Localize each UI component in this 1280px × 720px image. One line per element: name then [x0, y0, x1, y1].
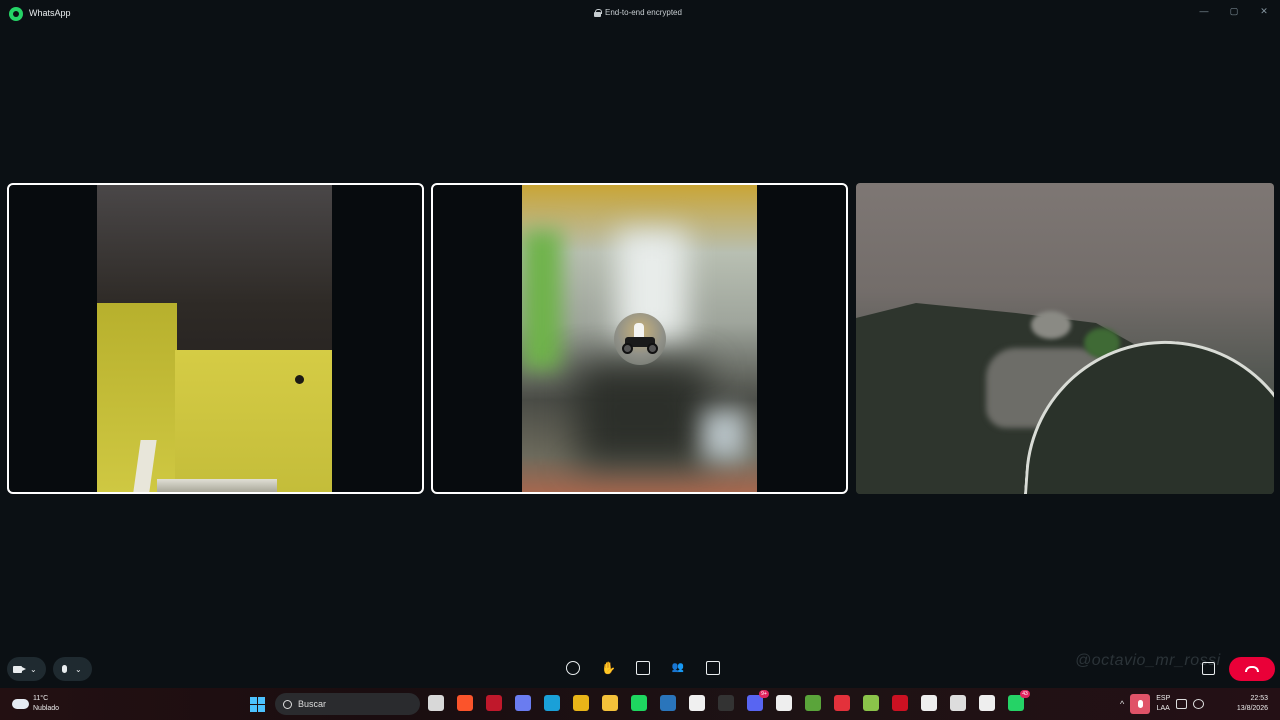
camera-toggle-button[interactable]: ⌄ [7, 657, 46, 681]
pinned-apps: 9+ 43 [428, 690, 1030, 711]
show-hidden-icons-chevron[interactable]: ^ [1120, 699, 1124, 709]
red-app-icon[interactable] [486, 695, 502, 711]
emoji-icon[interactable] [566, 661, 580, 675]
wall-right [175, 350, 332, 492]
system-tray: ^ ESP LAA [1120, 694, 1205, 714]
encryption-indicator: End-to-end encrypted [594, 8, 682, 17]
microphone-icon [62, 665, 67, 673]
plush-toy [1031, 311, 1071, 339]
taskbar-search[interactable]: Buscar [275, 693, 420, 715]
obs-icon[interactable] [950, 695, 966, 711]
weather-temperature: 11°C [33, 695, 49, 702]
chevron-down-icon[interactable]: ⌄ [30, 665, 37, 674]
cloud-icon [12, 699, 29, 709]
chevron-down-icon[interactable]: ⌄ [75, 665, 82, 674]
share-screen-icon[interactable] [636, 661, 650, 675]
captions-icon[interactable] [706, 661, 720, 675]
maximize-button[interactable]: ▢ [1226, 4, 1242, 18]
participant-tile-2[interactable] [431, 183, 848, 494]
lock-icon [594, 8, 602, 17]
capcut-icon[interactable] [776, 695, 792, 711]
app-title: WhatsApp [29, 8, 71, 18]
close-button[interactable]: ✕ [1256, 4, 1272, 18]
call-actions: ✋ 👥 [566, 661, 720, 675]
red-logo-app-icon[interactable] [892, 695, 908, 711]
participants-icon[interactable]: 👥 [671, 661, 685, 675]
language-top: ESP [1156, 695, 1171, 702]
green-app-icon[interactable] [863, 695, 879, 711]
search-placeholder: Buscar [298, 699, 327, 709]
avatar-wheel [622, 343, 633, 354]
spotify-icon[interactable] [631, 695, 647, 711]
edge-icon[interactable] [544, 695, 560, 711]
store-icon[interactable] [689, 695, 705, 711]
red-circle-app-icon[interactable] [834, 695, 850, 711]
raise-hand-icon[interactable]: ✋ [601, 661, 616, 675]
blur-shape [577, 365, 707, 465]
minimize-button[interactable]: — [1196, 4, 1212, 18]
microphone-toggle-button[interactable]: ⌄ [53, 657, 92, 681]
blurred-background-2 [522, 185, 757, 492]
language-bottom: LAA [1156, 705, 1170, 712]
notification-badge: 9+ [759, 690, 769, 698]
blur-shape [702, 410, 747, 460]
network-icon[interactable] [1176, 699, 1188, 709]
minecraft-icon[interactable] [805, 695, 821, 711]
epic-games-icon[interactable] [718, 695, 734, 711]
notification-badge: 43 [1020, 690, 1030, 698]
wallpaper-app-icon[interactable] [921, 695, 937, 711]
encryption-label: End-to-end encrypted [605, 8, 682, 17]
clock[interactable]: 22:53 13/8/2026 [1228, 694, 1268, 714]
volume-icon[interactable] [1193, 699, 1205, 709]
mic-in-use-icon[interactable] [1130, 694, 1151, 714]
search-icon [283, 699, 292, 709]
weather-widget[interactable]: 11°C Nublado [12, 694, 59, 714]
clock-date: 13/8/2026 [1236, 705, 1268, 712]
end-call-button[interactable] [1229, 657, 1275, 681]
clock-time: 22:53 [1250, 695, 1268, 702]
task-view-icon[interactable] [428, 695, 444, 711]
whatsapp-logo-icon [9, 7, 23, 21]
weather-description: Nublado [33, 705, 60, 712]
participant-tile-3[interactable] [856, 183, 1274, 494]
copilot-icon[interactable] [515, 695, 531, 711]
microphone-icon [1137, 700, 1143, 708]
whatsapp-call-window: WhatsApp End-to-end encrypted — ▢ ✕ ⌄ ⌄ … [0, 0, 1280, 688]
taskbar: 11°C Nublado Buscar 9+ 43 ^ ESP LAA 22:53… [0, 688, 1280, 720]
blur-shape [522, 230, 562, 370]
title-bar: WhatsApp End-to-end encrypted — ▢ ✕ [0, 0, 1280, 28]
language-indicator[interactable]: ESP LAA [1156, 694, 1170, 714]
chrome-icon[interactable] [573, 695, 589, 711]
discord-icon[interactable]: 9+ [747, 690, 769, 711]
steam-icon[interactable] [660, 695, 676, 711]
whatsapp-icon[interactable]: 43 [1008, 690, 1030, 711]
phone-hangup-icon [1245, 666, 1259, 672]
capcut-2-icon[interactable] [979, 695, 995, 711]
effects-icon[interactable] [1202, 662, 1215, 675]
video-camera-icon [13, 665, 26, 673]
participant-tile-1[interactable] [7, 183, 424, 494]
file-explorer-icon[interactable] [602, 695, 618, 711]
ceiling-lamp [295, 375, 304, 384]
participant-avatar [614, 313, 666, 365]
windows-start-icon[interactable] [250, 697, 265, 712]
avatar-wheel [647, 343, 658, 354]
brave-icon[interactable] [457, 695, 473, 711]
watermark-text: @octavio_mr_rossi [1075, 652, 1221, 669]
video-feed-3 [856, 183, 1274, 494]
video-feed-1 [97, 185, 332, 492]
air-conditioner [157, 479, 277, 492]
